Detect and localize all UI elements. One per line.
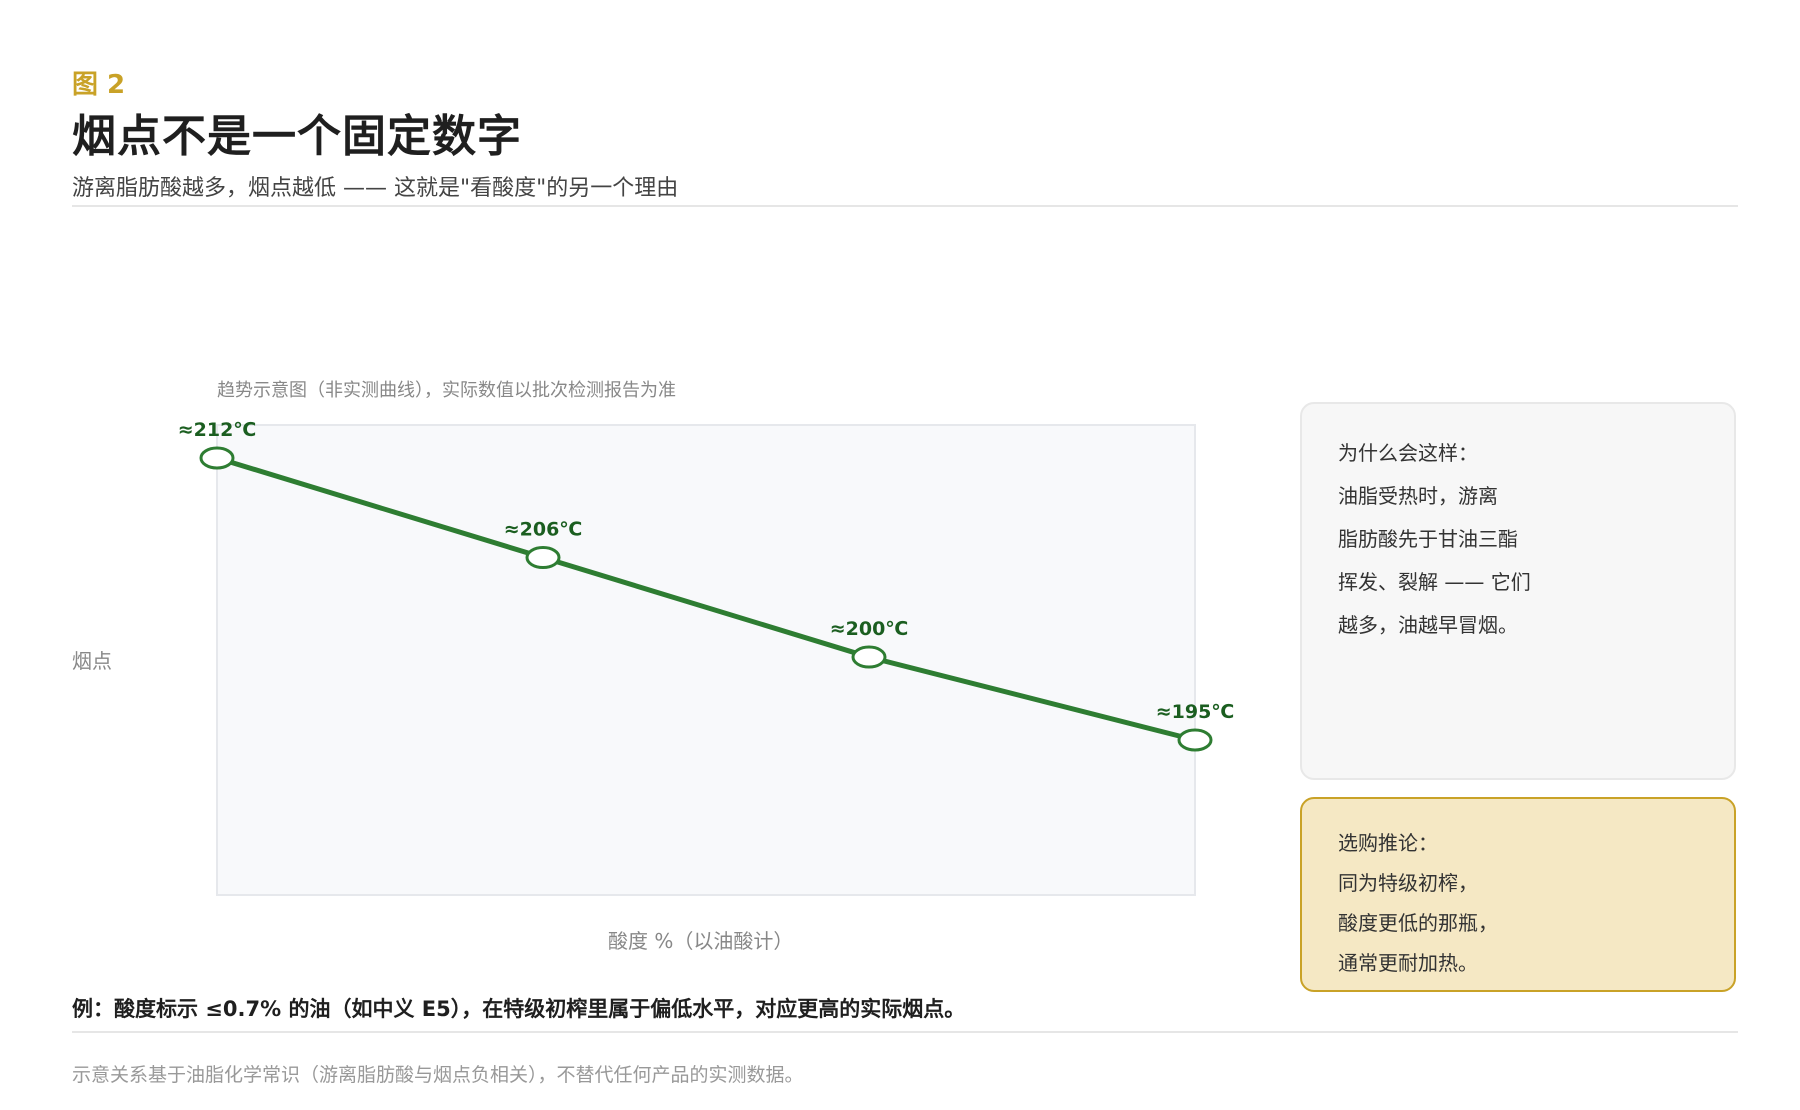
- buy-line: 酸度更低的那瓶，: [1338, 911, 1498, 935]
- example-note: 例：酸度标示 ≤0.7% 的油（如中义 E5），在特级初榨里属于偏低水平，对应更…: [72, 997, 966, 1021]
- data-point: [199, 446, 235, 470]
- why-heading: 为什么会这样：: [1338, 441, 1478, 465]
- buying-inference-box: 选购推论： 同为特级初榨， 酸度更低的那瓶， 通常更耐加热。: [1300, 797, 1736, 992]
- data-point: [525, 546, 561, 570]
- data-point: [851, 645, 887, 669]
- footer-divider: [72, 1031, 1738, 1033]
- why-line: 越多，油越早冒烟。: [1338, 613, 1518, 637]
- why-line: 油脂受热时，游离: [1338, 484, 1498, 508]
- footnote: 示意关系基于油脂化学常识（游离脂肪酸与烟点负相关），不替代任何产品的实测数据。: [72, 1064, 804, 1086]
- why-box: 为什么会这样： 油脂受热时，游离 脂肪酸先于甘油三酯 挥发、裂解 —— 它们 越…: [1300, 402, 1736, 780]
- buy-heading: 选购推论：: [1338, 831, 1438, 855]
- smoke-point-chart: ≈212℃ ≈206℃ ≈200℃ ≈195℃: [178, 419, 1235, 896]
- buy-line: 同为特级初榨，: [1338, 871, 1478, 895]
- why-line: 挥发、裂解 —— 它们: [1338, 570, 1531, 594]
- data-label: ≈200℃: [830, 618, 909, 640]
- data-point: [1177, 728, 1213, 752]
- why-line: 脂肪酸先于甘油三酯: [1338, 527, 1518, 551]
- data-label: ≈206℃: [504, 519, 583, 541]
- plot-area: [216, 424, 1196, 896]
- data-label: ≈212℃: [178, 419, 257, 441]
- buy-line: 通常更耐加热。: [1338, 951, 1478, 975]
- data-label: ≈195℃: [1156, 701, 1235, 723]
